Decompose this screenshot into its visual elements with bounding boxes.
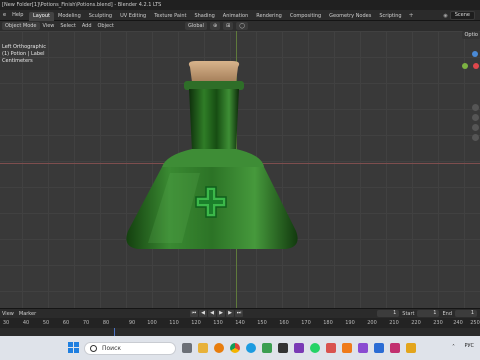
current-frame-field[interactable]: 1 — [377, 310, 400, 317]
ruler-tick: 70 — [82, 320, 90, 326]
ruler-tick: 160 — [279, 320, 289, 326]
frame-range: 1 Start 1 End 1 — [377, 310, 477, 317]
app-icon-magenta[interactable] — [390, 343, 400, 353]
tab-geometry-nodes[interactable]: Geometry Nodes — [325, 12, 375, 21]
app-icon-blue[interactable] — [374, 343, 384, 353]
timeline-menus: View Marker — [0, 311, 36, 317]
bottle-neck-ring — [184, 81, 244, 90]
ruler-tick: 90 — [128, 320, 136, 326]
blender-icon[interactable] — [214, 343, 224, 353]
scene-icon: ◉ — [443, 12, 448, 19]
edge-icon[interactable] — [246, 343, 256, 353]
app-icon-dark[interactable] — [278, 343, 288, 353]
jump-start-icon[interactable]: ⏮ — [190, 310, 198, 317]
tab-sculpting[interactable]: Sculpting — [85, 12, 116, 21]
ruler-tick: 130 — [213, 320, 223, 326]
ruler-tick: 180 — [323, 320, 333, 326]
ruler-tick: 30 — [2, 320, 10, 326]
app-icon-red[interactable] — [326, 343, 336, 353]
ruler-tick: 80 — [102, 320, 110, 326]
ruler-tick: 240 — [453, 320, 463, 326]
menu-item-help[interactable]: Help — [9, 10, 26, 21]
file-explorer-icon[interactable] — [198, 343, 208, 353]
windows-start-icon[interactable] — [68, 342, 80, 354]
top-bar: e Help Layout Modeling Sculpting UV Edit… — [0, 10, 480, 21]
ruler-tick: 170 — [301, 320, 311, 326]
search-placeholder: Поиск — [102, 345, 122, 352]
ruler-tick: 120 — [191, 320, 201, 326]
start-label: Start — [402, 310, 415, 317]
bottle-cork — [188, 61, 240, 82]
ruler-tick: 220 — [411, 320, 421, 326]
menu-item-edit[interactable]: e — [0, 10, 9, 21]
ruler-tick: 140 — [235, 320, 245, 326]
main-menu: e Help — [0, 10, 26, 21]
input-language[interactable]: РУС — [464, 343, 474, 349]
bottle-shoulder — [162, 149, 264, 167]
ruler-tick: 250 — [470, 320, 480, 326]
tray-chevron-icon[interactable]: ˄ — [452, 344, 455, 351]
window-title: [New Folder[1]\Potions_Finish\Potions.bl… — [0, 0, 480, 10]
playhead[interactable] — [114, 328, 115, 336]
tab-uv-editing[interactable]: UV Editing — [116, 12, 150, 21]
app-icon-purple[interactable] — [294, 343, 304, 353]
ruler-tick: 110 — [169, 320, 179, 326]
tab-texture-paint[interactable]: Texture Paint — [150, 12, 190, 21]
ruler-tick: 190 — [345, 320, 355, 326]
potion-bottle[interactable] — [0, 21, 480, 308]
tab-compositing[interactable]: Compositing — [286, 12, 325, 21]
app-icon-orange[interactable] — [342, 343, 352, 353]
play-icon[interactable]: ▶ — [217, 310, 225, 317]
jump-end-icon[interactable]: ⏭ — [235, 310, 243, 317]
playback-controls: ⏮ ◀ ◀ ▶ ▶ ⏭ — [190, 310, 243, 317]
ruler-tick: 100 — [147, 320, 157, 326]
prev-keyframe-icon[interactable]: ◀ — [199, 310, 207, 317]
tab-layout[interactable]: Layout — [29, 11, 54, 21]
app-icon-yellow[interactable] — [406, 343, 416, 353]
scene-name[interactable]: Scene — [449, 11, 475, 20]
ruler-tick: 60 — [62, 320, 70, 326]
chrome-icon[interactable] — [230, 343, 240, 353]
ruler-tick: 200 — [367, 320, 377, 326]
scene-selector[interactable]: ◉ Scene — [443, 11, 475, 20]
tab-scripting[interactable]: Scripting — [375, 12, 405, 21]
search-icon — [90, 345, 97, 352]
ruler-tick: 230 — [433, 320, 443, 326]
play-reverse-icon[interactable]: ◀ — [208, 310, 216, 317]
timeline-ruler[interactable]: 30 40 50 60 70 80 90 100 110 120 130 140… — [0, 318, 480, 328]
timeline-menu-view[interactable]: View — [2, 311, 14, 317]
visual-studio-icon[interactable] — [358, 343, 368, 353]
tab-rendering[interactable]: Rendering — [252, 12, 286, 21]
tab-modeling[interactable]: Modeling — [54, 12, 85, 21]
workspace-tabs: Layout Modeling Sculpting UV Editing Tex… — [29, 10, 414, 21]
3d-viewport[interactable]: Object Mode View Select Add Object Globa… — [0, 21, 480, 308]
ruler-tick: 50 — [42, 320, 50, 326]
end-frame-field[interactable]: 1 — [455, 310, 477, 317]
app-icon-green[interactable] — [262, 343, 272, 353]
tab-animation[interactable]: Animation — [219, 12, 253, 21]
ruler-tick: 210 — [389, 320, 399, 326]
timeline-menu-marker[interactable]: Marker — [19, 311, 36, 317]
bottle-neck — [189, 89, 239, 151]
start-frame-field[interactable]: 1 — [417, 310, 440, 317]
windows-taskbar: Поиск ˄ РУС — [0, 336, 480, 360]
ruler-tick: 40 — [22, 320, 30, 326]
whatsapp-icon[interactable] — [310, 343, 320, 353]
add-workspace-button[interactable]: + — [409, 12, 414, 19]
taskbar-search-box[interactable]: Поиск — [84, 342, 176, 355]
tab-shading[interactable]: Shading — [190, 12, 218, 21]
end-label: End — [442, 310, 452, 317]
timeline-header: View Marker ⏮ ◀ ◀ ▶ ▶ ⏭ 1 Start 1 End 1 — [0, 308, 480, 318]
ruler-tick: 150 — [257, 320, 267, 326]
timeline-body[interactable] — [0, 328, 480, 336]
task-view-icon[interactable] — [182, 343, 192, 353]
next-keyframe-icon[interactable]: ▶ — [226, 310, 234, 317]
